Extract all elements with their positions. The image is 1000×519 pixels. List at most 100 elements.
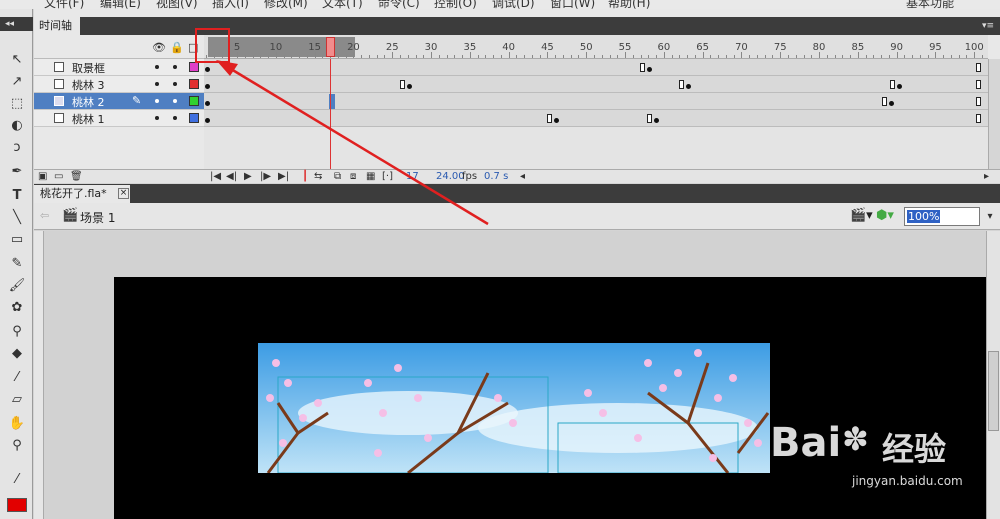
edit-scene-icon[interactable]: 🎬▾: [850, 208, 873, 223]
layer-row-viewfinder[interactable]: 取景框: [34, 59, 204, 76]
panel-menu-icon[interactable]: ▾≡: [982, 20, 996, 32]
keyframe[interactable]: [554, 118, 559, 123]
rectangle-tool-icon[interactable]: ▭: [8, 231, 26, 249]
lock-icon[interactable]: 🔒: [170, 41, 184, 54]
onion-markers-icon[interactable]: [·]: [382, 170, 393, 183]
end-frame[interactable]: [882, 97, 887, 106]
keyframe[interactable]: [205, 84, 210, 89]
menu-help[interactable]: 帮助(H): [608, 0, 650, 9]
lasso-tool-icon[interactable]: ↄ: [8, 139, 26, 157]
collapse-icon[interactable]: ◂◂: [0, 17, 33, 31]
outline-color-swatch[interactable]: [189, 113, 199, 123]
play-icon[interactable]: ▶: [244, 170, 252, 183]
outline-color-swatch[interactable]: [189, 96, 199, 106]
zoom-input[interactable]: 100%: [904, 207, 980, 226]
layer-row-peach-3[interactable]: 桃林 3: [34, 76, 204, 93]
step-back-icon[interactable]: ◀|: [226, 170, 237, 183]
layer-row-peach-2[interactable]: 桃林 2 ✎: [34, 93, 204, 110]
eraser-tool-icon[interactable]: ▱: [8, 391, 26, 409]
onion-skin-icon[interactable]: ⧉: [334, 170, 341, 183]
peach-blossom-artwork[interactable]: [258, 343, 770, 473]
end-frame[interactable]: [890, 80, 895, 89]
bone-tool-icon[interactable]: ⚲: [8, 323, 26, 341]
outline-color-swatch[interactable]: [189, 62, 199, 72]
lock-dot[interactable]: [173, 65, 177, 69]
new-layer-icon[interactable]: ▣: [38, 170, 47, 183]
stroke-color-icon[interactable]: ⁄: [8, 471, 26, 489]
frame-rate[interactable]: 24.00: [436, 170, 465, 183]
pen-tool-icon[interactable]: ✒: [8, 163, 26, 181]
visibility-dot[interactable]: [155, 116, 159, 120]
timeline-tab[interactable]: 时间轴: [34, 17, 80, 35]
menu-edit[interactable]: 编辑(E): [100, 0, 141, 9]
line-tool-icon[interactable]: ╲: [8, 209, 26, 227]
go-first-frame-icon[interactable]: |◀: [210, 170, 221, 183]
onion-outline-icon[interactable]: ⧈: [350, 170, 356, 183]
selection-tool-icon[interactable]: ↖: [8, 51, 26, 69]
lock-dot[interactable]: [173, 99, 177, 103]
keyframe[interactable]: [654, 118, 659, 123]
keyframe[interactable]: [205, 118, 210, 123]
delete-layer-icon[interactable]: 🗑: [70, 170, 83, 183]
go-last-frame-icon[interactable]: ▶|: [278, 170, 289, 183]
menu-insert[interactable]: 插入(I): [212, 0, 249, 9]
frame-row[interactable]: [204, 110, 988, 127]
keyframe[interactable]: [205, 101, 210, 106]
menu-window[interactable]: 窗口(W): [550, 0, 595, 9]
menu-view[interactable]: 视图(V): [156, 0, 198, 9]
menu-modify[interactable]: 修改(M): [264, 0, 308, 9]
new-folder-icon[interactable]: ▭: [54, 170, 63, 183]
edit-multiple-icon[interactable]: ▦: [366, 170, 375, 183]
brush-tool-icon[interactable]: 🖌: [8, 277, 26, 295]
keyframe[interactable]: [407, 84, 412, 89]
keyframe[interactable]: [897, 84, 902, 89]
end-frame[interactable]: [976, 97, 981, 106]
end-frame[interactable]: [647, 114, 652, 123]
end-frame[interactable]: [547, 114, 552, 123]
eye-icon[interactable]: 👁: [152, 41, 166, 54]
menu-text[interactable]: 文本(T): [322, 0, 363, 9]
back-arrow-icon[interactable]: ⇦: [40, 209, 49, 222]
frame-row[interactable]: [204, 93, 988, 110]
hand-tool-icon[interactable]: ✋: [8, 415, 26, 433]
lock-dot[interactable]: [173, 82, 177, 86]
end-frame[interactable]: [640, 63, 645, 72]
keyframe[interactable]: [205, 67, 210, 72]
visibility-dot[interactable]: [155, 82, 159, 86]
free-transform-icon[interactable]: ⬚: [8, 95, 26, 113]
chevron-down-icon[interactable]: ▾: [982, 207, 998, 226]
document-tab[interactable]: 桃花开了.fla* ×: [34, 185, 130, 203]
text-tool-icon[interactable]: T: [8, 187, 26, 205]
menu-file[interactable]: 文件(F): [44, 0, 84, 9]
zoom-tool-icon[interactable]: ⚲: [8, 437, 26, 455]
outline-icon[interactable]: □: [188, 41, 198, 54]
outline-color-swatch[interactable]: [189, 79, 199, 89]
layer-row-peach-1[interactable]: 桃林 1: [34, 110, 204, 127]
frame-ruler[interactable]: 5 10 15 20 25 30 35 40 45 50 55 60 65 70…: [204, 35, 988, 59]
visibility-dot[interactable]: [155, 99, 159, 103]
keyframe[interactable]: [889, 101, 894, 106]
stroke-color-swatch[interactable]: [7, 498, 27, 512]
deco-tool-icon[interactable]: ✿: [8, 299, 26, 317]
end-frame[interactable]: [976, 114, 981, 123]
paint-bucket-icon[interactable]: ◆: [8, 345, 26, 363]
workspace-switcher[interactable]: 基本功能: [906, 0, 954, 9]
current-frame[interactable]: 17: [406, 170, 419, 183]
step-forward-icon[interactable]: |▶: [260, 170, 271, 183]
pencil-tool-icon[interactable]: ✎: [8, 255, 26, 273]
subselection-tool-icon[interactable]: ↗: [8, 73, 26, 91]
menu-control[interactable]: 控制(O): [434, 0, 477, 9]
end-frame[interactable]: [679, 80, 684, 89]
frame-row[interactable]: [204, 59, 988, 76]
menu-debug[interactable]: 调试(D): [492, 0, 535, 9]
scroll-left-icon[interactable]: ◂: [520, 170, 525, 183]
timeline-scrollbar[interactable]: [988, 59, 1000, 169]
close-icon[interactable]: ×: [118, 188, 129, 199]
scroll-right-icon[interactable]: ▸: [984, 170, 989, 183]
keyframe[interactable]: [686, 84, 691, 89]
visibility-dot[interactable]: [155, 65, 159, 69]
3d-rotation-icon[interactable]: ◐: [8, 117, 26, 135]
playhead[interactable]: [326, 37, 336, 57]
eyedropper-icon[interactable]: ⁄: [8, 369, 26, 387]
end-frame[interactable]: [976, 80, 981, 89]
